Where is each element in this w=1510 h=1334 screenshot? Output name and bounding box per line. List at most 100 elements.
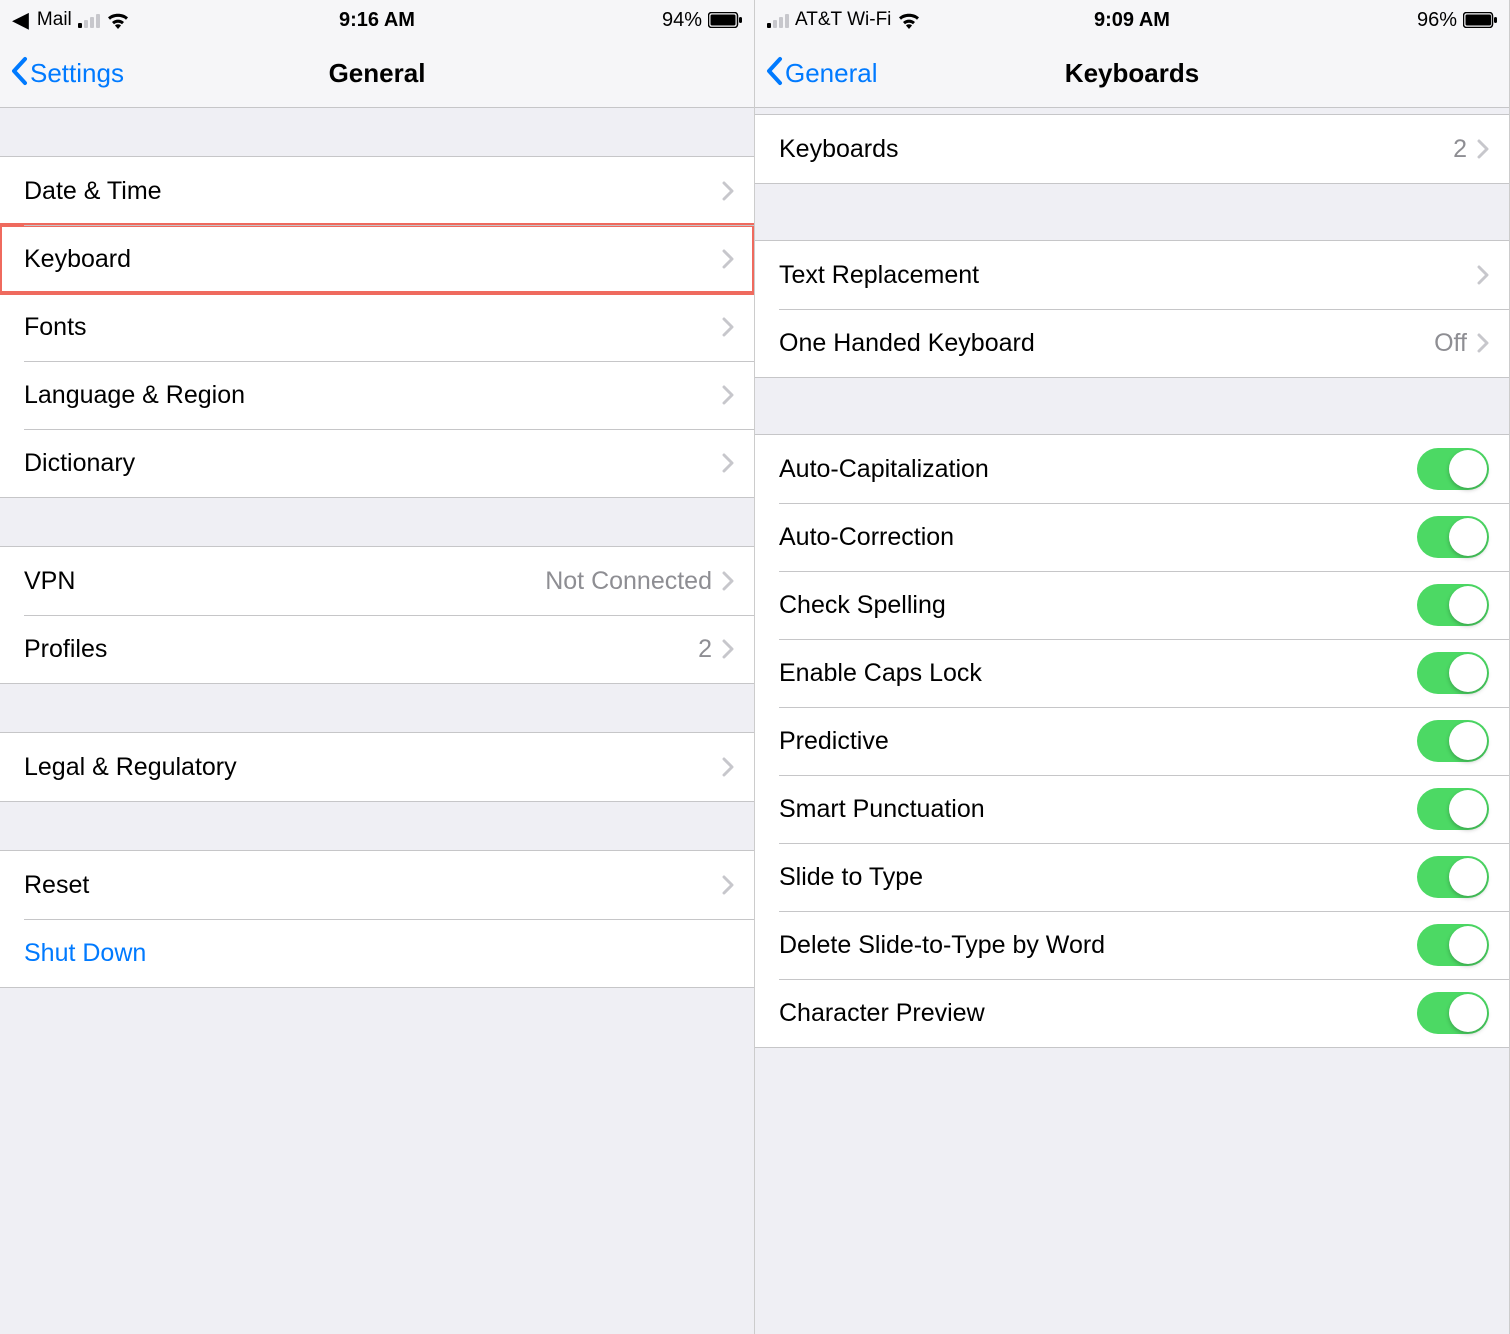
row-predictive[interactable]: Predictive [755, 707, 1509, 775]
status-time: 9:09 AM [1094, 9, 1170, 32]
nav-bar: Settings General [0, 40, 754, 108]
row-language-region[interactable]: Language & Region [0, 361, 754, 429]
nav-back-label: General [785, 58, 878, 89]
status-bar: ◀ Mail 9:16 AM 94% [0, 0, 754, 40]
toggle-check-spelling[interactable] [1417, 584, 1489, 626]
row-label: Date & Time [24, 177, 162, 206]
row-value: 2 [698, 635, 712, 664]
row-label: Text Replacement [779, 261, 979, 290]
row-label: Auto-Capitalization [779, 455, 989, 484]
row-label: VPN [24, 567, 75, 596]
row-value: Off [1434, 329, 1467, 358]
settings-list[interactable]: Date & Time Keyboard Fonts Language & Re… [0, 108, 754, 1334]
toggle-auto-correct[interactable] [1417, 516, 1489, 558]
toggle-smart-punct[interactable] [1417, 788, 1489, 830]
row-keyboard[interactable]: Keyboard [0, 225, 754, 293]
nav-title: Keyboards [1065, 58, 1199, 89]
row-caps-lock[interactable]: Enable Caps Lock [755, 639, 1509, 707]
row-label: Dictionary [24, 449, 135, 478]
row-vpn[interactable]: VPN Not Connected [0, 547, 754, 615]
toggle-predictive[interactable] [1417, 720, 1489, 762]
row-label: Check Spelling [779, 591, 946, 620]
row-legal[interactable]: Legal & Regulatory [0, 733, 754, 801]
chevron-left-icon [765, 56, 783, 92]
row-smart-punct[interactable]: Smart Punctuation [755, 775, 1509, 843]
row-value: 2 [1453, 135, 1467, 164]
chevron-right-icon [722, 249, 734, 269]
chevron-right-icon [722, 571, 734, 591]
row-label: Shut Down [24, 939, 146, 968]
keyboard-settings-list[interactable]: Keyboards 2 Text Replacement One Handed … [755, 108, 1509, 1334]
chevron-right-icon [1477, 139, 1489, 159]
chevron-right-icon [722, 453, 734, 473]
phone-keyboards: AT&T Wi-Fi 9:09 AM 96% General Keyboards… [755, 0, 1510, 1334]
row-label: Delete Slide-to-Type by Word [779, 931, 1105, 960]
row-one-handed[interactable]: One Handed Keyboard Off [755, 309, 1509, 377]
row-label: Predictive [779, 727, 889, 756]
row-shut-down[interactable]: Shut Down [0, 919, 754, 987]
row-label: One Handed Keyboard [779, 329, 1035, 358]
back-app-label[interactable]: Mail [37, 9, 72, 31]
back-app-caret-icon[interactable]: ◀ [12, 7, 29, 33]
signal-icon [78, 12, 100, 28]
nav-back-button[interactable]: General [765, 56, 878, 92]
section-2: VPN Not Connected Profiles 2 [0, 546, 754, 684]
row-slide-to-type[interactable]: Slide to Type [755, 843, 1509, 911]
phone-general: ◀ Mail 9:16 AM 94% Settings General [0, 0, 755, 1334]
chevron-left-icon [10, 56, 28, 92]
row-label: Character Preview [779, 999, 985, 1028]
row-label: Enable Caps Lock [779, 659, 982, 688]
battery-icon [708, 12, 742, 28]
nav-title: General [329, 58, 426, 89]
section-4: Reset Shut Down [0, 850, 754, 988]
row-label: Slide to Type [779, 863, 923, 892]
battery-icon [1463, 12, 1497, 28]
status-bar: AT&T Wi-Fi 9:09 AM 96% [755, 0, 1509, 40]
chevron-right-icon [722, 639, 734, 659]
row-delete-slide[interactable]: Delete Slide-to-Type by Word [755, 911, 1509, 979]
section-toggles: Auto-Capitalization Auto-Correction Chec… [755, 434, 1509, 1048]
section-3: Legal & Regulatory [0, 732, 754, 802]
row-value: Not Connected [545, 567, 712, 596]
row-auto-correct[interactable]: Auto-Correction [755, 503, 1509, 571]
signal-icon [767, 12, 789, 28]
toggle-caps-lock[interactable] [1417, 652, 1489, 694]
row-profiles[interactable]: Profiles 2 [0, 615, 754, 683]
row-label: Fonts [24, 313, 87, 342]
row-text-replacement[interactable]: Text Replacement [755, 241, 1509, 309]
row-auto-cap[interactable]: Auto-Capitalization [755, 435, 1509, 503]
status-time: 9:16 AM [339, 9, 415, 32]
carrier-label: AT&T Wi-Fi [795, 9, 891, 31]
section-text: Text Replacement One Handed Keyboard Off [755, 240, 1509, 378]
nav-back-button[interactable]: Settings [10, 56, 124, 92]
row-char-preview[interactable]: Character Preview [755, 979, 1509, 1047]
row-label: Auto-Correction [779, 523, 954, 552]
row-label: Keyboard [24, 245, 131, 274]
nav-back-label: Settings [30, 58, 124, 89]
row-label: Profiles [24, 635, 107, 664]
toggle-char-preview[interactable] [1417, 992, 1489, 1034]
chevron-right-icon [722, 875, 734, 895]
toggle-auto-cap[interactable] [1417, 448, 1489, 490]
chevron-right-icon [722, 181, 734, 201]
toggle-delete-slide[interactable] [1417, 924, 1489, 966]
battery-pct: 96% [1417, 9, 1457, 32]
chevron-right-icon [1477, 333, 1489, 353]
row-check-spelling[interactable]: Check Spelling [755, 571, 1509, 639]
row-reset[interactable]: Reset [0, 851, 754, 919]
row-keyboards[interactable]: Keyboards 2 [755, 115, 1509, 183]
chevron-right-icon [722, 757, 734, 777]
row-label: Keyboards [779, 135, 899, 164]
section-keyboards: Keyboards 2 [755, 114, 1509, 184]
nav-bar: General Keyboards [755, 40, 1509, 108]
row-fonts[interactable]: Fonts [0, 293, 754, 361]
row-label: Language & Region [24, 381, 245, 410]
section-1: Date & Time Keyboard Fonts Language & Re… [0, 156, 754, 498]
row-dictionary[interactable]: Dictionary [0, 429, 754, 497]
row-date-time[interactable]: Date & Time [0, 157, 754, 225]
toggle-slide-to-type[interactable] [1417, 856, 1489, 898]
row-label: Reset [24, 871, 89, 900]
battery-pct: 94% [662, 9, 702, 32]
chevron-right-icon [1477, 265, 1489, 285]
row-label: Smart Punctuation [779, 795, 985, 824]
